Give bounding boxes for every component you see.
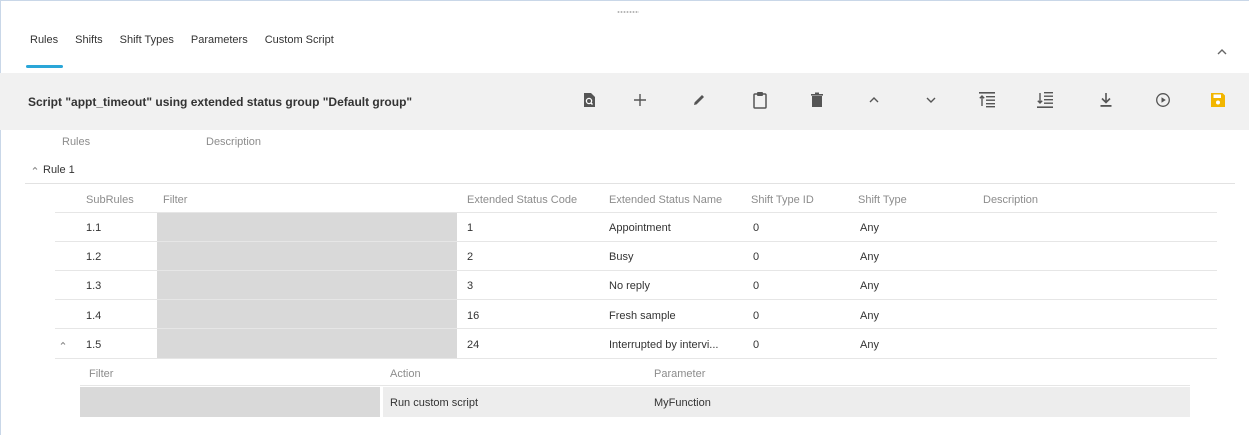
status-name: Appointment [609,222,671,234]
script-title: Script "appt_timeout" using extended sta… [28,95,413,109]
tab-bar: Rules Shifts Shift Types Parameters Cust… [25,34,351,68]
row-divider [55,241,1217,242]
shift-type-id: 0 [753,310,760,322]
delete-icon[interactable] [806,89,828,111]
status-code: 2 [467,251,474,263]
filter-redacted-area [157,213,457,358]
clipboard-icon[interactable] [749,89,771,111]
shift-type-id: 0 [753,339,760,351]
row-divider [55,270,1217,271]
shift-type-id: 0 [753,251,760,263]
add-icon[interactable] [629,89,651,111]
shift-type: Any [860,310,879,322]
subrule-id[interactable]: 1.1 [86,222,101,234]
drag-handle[interactable] [617,10,639,14]
subrule-id[interactable]: 1.3 [86,280,101,292]
rules-column-header: Rules [62,136,91,148]
action-filter-redacted-area [80,387,380,417]
action-filter-column-header: Filter [89,368,114,380]
shift-type-id: 0 [753,280,760,292]
action-column-header: Action [390,368,421,380]
move-to-bottom-icon[interactable] [1034,89,1056,111]
run-icon[interactable] [1152,89,1174,111]
status-code: 3 [467,280,474,292]
rule-divider [25,183,1235,184]
rule-collapse-chevron-icon[interactable] [30,163,40,173]
filter-column-header: Filter [163,194,188,206]
shift-type-id-column-header: Shift Type ID [751,194,814,206]
rule-1-label[interactable]: Rule 1 [43,164,75,176]
row-divider [55,358,1217,359]
move-down-icon[interactable] [920,89,942,111]
subrule-id[interactable]: 1.5 [86,339,101,351]
status-code: 16 [467,310,480,322]
tab-shift-types[interactable]: Shift Types [120,34,174,68]
shift-type-id: 0 [753,222,760,234]
parameter-column-header: Parameter [654,368,706,380]
save-icon[interactable] [1207,89,1229,111]
shift-type: Any [860,280,879,292]
status-name: Interrupted by intervi... [609,339,719,351]
tab-parameters[interactable]: Parameters [191,34,248,68]
edit-icon[interactable] [688,89,710,111]
toolbar: Script "appt_timeout" using extended sta… [0,73,1249,130]
subrule-id[interactable]: 1.4 [86,310,101,322]
shift-type: Any [860,339,879,351]
shift-type: Any [860,251,879,263]
description-column-header: Description [206,136,262,148]
action-row[interactable] [383,387,1190,417]
status-name: Fresh sample [609,310,676,322]
preview-icon[interactable] [578,89,600,111]
tab-rules[interactable]: Rules [25,34,64,68]
download-icon[interactable] [1095,89,1117,111]
tab-shifts[interactable]: Shifts [75,34,103,68]
parameter-value: MyFunction [654,397,711,409]
subrule-description-column-header: Description [983,194,1039,206]
shift-type: Any [860,222,879,234]
shift-type-column-header: Shift Type [858,194,907,206]
status-code: 24 [467,339,480,351]
row-divider [55,212,1217,213]
extended-status-code-column-header: Extended Status Code [467,194,578,206]
action-value: Run custom script [390,397,479,409]
status-name: No reply [609,280,650,292]
subrules-column-header: SubRules [86,194,134,206]
extended-status-name-column-header: Extended Status Name [609,194,723,206]
move-to-top-icon[interactable] [976,89,998,111]
subrule-id[interactable]: 1.2 [86,251,101,263]
status-code: 1 [467,222,474,234]
row-divider [55,328,1217,329]
status-name: Busy [609,251,634,263]
collapse-panel-chevron-up-icon[interactable] [1214,44,1230,60]
action-header-divider [80,385,1190,386]
move-up-icon[interactable] [863,89,885,111]
tab-custom-script[interactable]: Custom Script [265,34,334,68]
row-divider [55,299,1217,300]
subrule-collapse-chevron-icon[interactable] [58,338,68,348]
